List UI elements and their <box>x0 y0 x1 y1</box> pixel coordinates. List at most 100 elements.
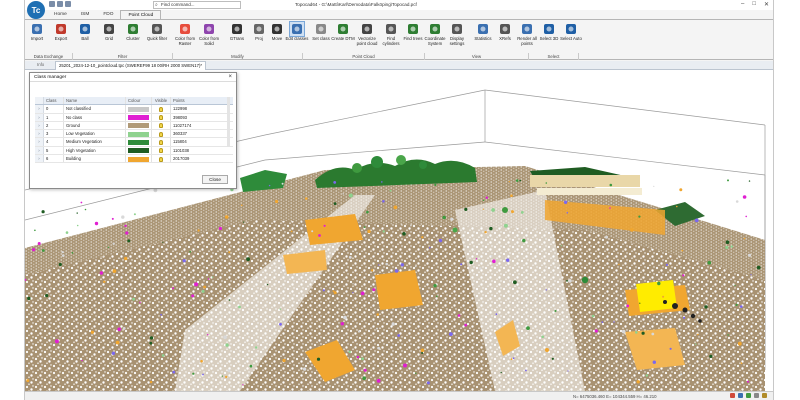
export-button[interactable]: Export <box>49 21 73 42</box>
close-button[interactable]: Close <box>202 175 228 184</box>
xrefs-button[interactable]: XRefs <box>493 21 517 42</box>
row-expand-icon[interactable]: › <box>35 138 44 146</box>
row-expand-icon[interactable]: › <box>35 155 44 163</box>
undo-icon[interactable] <box>57 1 63 7</box>
ball-button[interactable]: Ball <box>73 21 97 42</box>
column-class[interactable]: Class <box>44 97 64 105</box>
class-name[interactable]: Not classified <box>64 105 126 113</box>
colour-swatch[interactable] <box>128 139 149 145</box>
find-trees-button[interactable]: Find trees <box>401 21 425 42</box>
class-name[interactable]: No class <box>64 113 126 121</box>
maximize-button[interactable]: □ <box>752 1 756 8</box>
vectorize-point-cloud-button[interactable]: Vectorize point cloud <box>355 21 379 47</box>
scatter-point <box>332 290 335 292</box>
class-name[interactable]: Medium Vegetation <box>64 138 126 146</box>
ortho-icon[interactable] <box>746 393 751 398</box>
tab-point-cloud[interactable]: Point Cloud <box>120 10 162 19</box>
scatter-point <box>189 250 192 253</box>
tab-info[interactable]: Info <box>35 61 46 70</box>
class-row[interactable]: › 0 Not classified 122998 <box>35 105 233 114</box>
color-from-raster-button[interactable]: Color from Raster <box>173 21 197 47</box>
close-icon[interactable]: × <box>228 73 232 82</box>
class-colour-cell[interactable] <box>126 155 152 163</box>
scatter-point <box>391 322 395 326</box>
visibility-toggle[interactable] <box>152 130 171 138</box>
row-expand-icon[interactable]: › <box>35 113 44 121</box>
select-3d-button[interactable]: Select 3D <box>537 21 561 42</box>
quick-access-toolbar <box>49 1 71 7</box>
visibility-toggle[interactable] <box>152 155 171 163</box>
snap-icon[interactable] <box>730 393 735 398</box>
create-dtm-button[interactable]: Create DTM <box>331 21 355 42</box>
class-colour-cell[interactable] <box>126 121 152 130</box>
colour-swatch[interactable] <box>128 156 149 162</box>
column-name[interactable]: Name <box>64 97 126 105</box>
visibility-toggle[interactable] <box>152 138 171 146</box>
class-row[interactable]: › 3 Low Vegetation 360337 <box>35 130 233 139</box>
cluster-button[interactable]: Cluster <box>121 21 145 42</box>
class-colour-cell[interactable] <box>126 113 152 121</box>
color-from-solid-button[interactable]: Color from Solid <box>197 21 221 47</box>
class-name[interactable]: High Vegetation <box>64 146 126 155</box>
colour-swatch[interactable] <box>128 115 149 121</box>
colour-swatch[interactable] <box>128 106 149 112</box>
gtrans-button[interactable]: GTrans <box>225 21 249 42</box>
column-colour[interactable]: Colour <box>126 97 152 105</box>
measure-icon[interactable] <box>762 393 767 398</box>
tab-fdo[interactable]: FDO <box>96 10 120 19</box>
row-expand-icon[interactable]: › <box>35 121 44 130</box>
class-name[interactable]: Low Vegetation <box>64 130 126 138</box>
visibility-toggle[interactable] <box>152 105 171 113</box>
class-colour-cell[interactable] <box>126 138 152 146</box>
visibility-toggle[interactable] <box>152 121 171 130</box>
class-colour-cell[interactable] <box>126 130 152 138</box>
document-tab[interactable]: 25201_2024-12-10_pointcloud.tpc (SWEREF9… <box>55 61 207 70</box>
render-all-points-button[interactable]: Render all points <box>515 21 539 47</box>
class-row[interactable]: › 5 High Vegetation 1101038 <box>35 146 233 156</box>
redo-icon[interactable] <box>65 1 71 7</box>
command-search-input[interactable]: ⌕ Find command... <box>153 1 241 9</box>
set-class-button[interactable]: Set class <box>309 21 333 42</box>
class-row[interactable]: › 1 No class 398093 <box>35 113 233 122</box>
statistics-button[interactable]: Statistics <box>471 21 495 42</box>
row-expand-icon[interactable]: › <box>35 146 44 155</box>
tab-ism[interactable]: ISM <box>74 10 97 19</box>
coordinate-system-button[interactable]: Coordinate System <box>423 21 447 47</box>
row-expand-icon[interactable]: › <box>35 105 44 113</box>
quick-filter-button[interactable]: Quick filter <box>145 21 169 42</box>
row-expand-icon[interactable]: › <box>35 130 44 138</box>
close-window-button[interactable]: ✕ <box>764 1 769 8</box>
display-settings-button[interactable]: Display settings <box>445 21 469 47</box>
class-name[interactable]: Building <box>64 155 126 163</box>
layers-icon[interactable] <box>754 393 759 398</box>
visibility-toggle[interactable] <box>152 113 171 121</box>
scatter-point <box>756 265 761 270</box>
column-visible[interactable]: Visible <box>152 97 171 105</box>
colour-swatch[interactable] <box>128 123 149 129</box>
tab-home[interactable]: Home <box>47 10 74 19</box>
minimize-button[interactable]: – <box>741 1 744 8</box>
colour-swatch[interactable] <box>128 148 149 154</box>
app-logo[interactable]: Tc <box>27 1 45 19</box>
visibility-toggle[interactable] <box>152 146 171 155</box>
save-icon[interactable] <box>49 1 55 7</box>
find-cylinders-button[interactable]: Find cylinders <box>379 21 403 47</box>
select-auto-button[interactable]: Select Auto <box>559 21 583 42</box>
edit-classes-button[interactable]: Edit classes <box>285 21 309 42</box>
class-row[interactable]: › 6 Building 2017039 <box>35 155 233 164</box>
scatter-point <box>389 189 392 192</box>
scatter-point <box>429 246 431 249</box>
scatter-point <box>227 369 231 373</box>
class-row[interactable]: › 2 Ground 11027174 <box>35 121 233 131</box>
colour-swatch[interactable] <box>128 131 149 137</box>
grid-toggle-icon[interactable] <box>738 393 743 398</box>
grid-button[interactable]: Grid <box>97 21 121 42</box>
lightbulb-icon <box>159 148 163 154</box>
class-row[interactable]: › 4 Medium Vegetation 115804 <box>35 138 233 147</box>
class-colour-cell[interactable] <box>126 105 152 113</box>
grid-scrollbar[interactable] <box>227 97 230 147</box>
class-name[interactable]: Ground <box>64 121 126 130</box>
import-button[interactable]: Import <box>25 21 49 42</box>
class-colour-cell[interactable] <box>126 146 152 155</box>
column-points[interactable]: Points <box>171 97 223 104</box>
